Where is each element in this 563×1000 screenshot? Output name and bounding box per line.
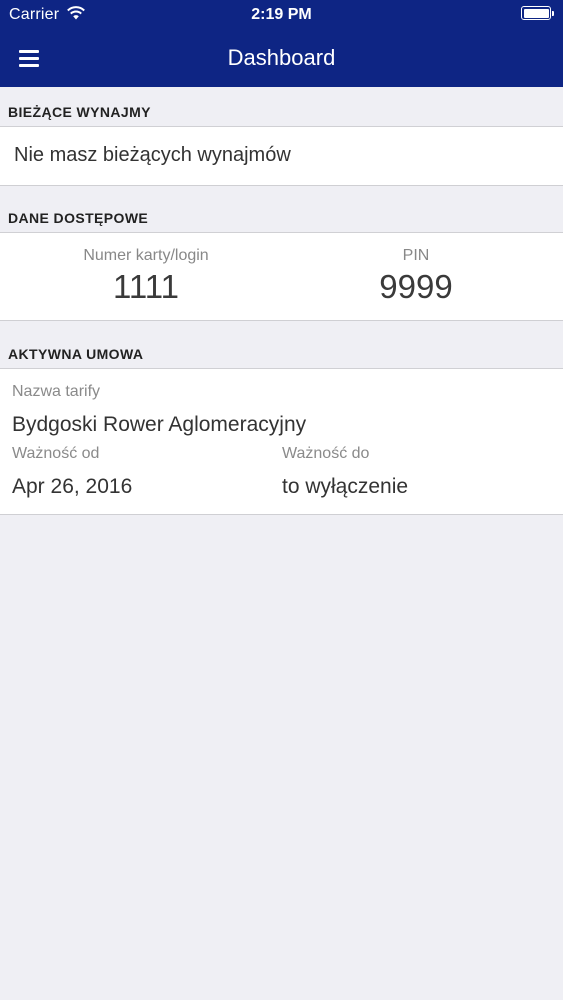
access-data-header: DANE DOSTĘPOWE — [0, 193, 563, 233]
battery-level — [523, 8, 549, 18]
valid-from-value: Apr 26, 2016 — [12, 475, 133, 498]
top-bar: Carrier 2:19 PM Dashboard — [0, 0, 563, 87]
current-rentals-card: Nie masz bieżących wynajmów — [0, 127, 563, 186]
card-number-value: 1111 — [112, 268, 180, 305]
status-time: 2:19 PM — [251, 6, 312, 23]
active-contract-card: Nazwa tarify Bydgoski Rower Aglomeracyjn… — [0, 369, 563, 515]
no-rentals-message: Nie masz bieżących wynajmów — [14, 144, 291, 166]
pin-label: PIN — [402, 247, 430, 264]
status-bar: Carrier 2:19 PM — [0, 0, 563, 30]
valid-to-value: to wyłączenie — [282, 475, 409, 498]
valid-to-label: Ważność do — [282, 445, 370, 462]
valid-from-label: Ważność od — [12, 445, 100, 462]
tariff-label: Nazwa tarify — [12, 383, 101, 400]
page-title: Dashboard — [227, 45, 336, 70]
active-contract-header: AKTYWNA UMOWA — [0, 329, 563, 369]
active-contract-title: AKTYWNA UMOWA — [8, 346, 144, 362]
battery-icon — [521, 6, 554, 20]
card-number-block: Numer karty/login 1111 — [5, 247, 287, 306]
access-data-title: DANE DOSTĘPOWE — [8, 210, 149, 226]
tariff-value: Bydgoski Rower Aglomeracyjny — [12, 413, 307, 436]
navigation-bar: Dashboard — [0, 30, 563, 87]
pin-block: PIN 9999 — [275, 247, 557, 306]
card-number-label: Numer karty/login — [83, 247, 209, 264]
access-data-card: Numer karty/login 1111 PIN 9999 — [0, 233, 563, 321]
current-rentals-title: BIEŻĄCE WYNAJMY — [8, 104, 151, 120]
current-rentals-header: BIEŻĄCE WYNAJMY — [0, 87, 563, 127]
pin-value: 9999 — [379, 268, 453, 305]
